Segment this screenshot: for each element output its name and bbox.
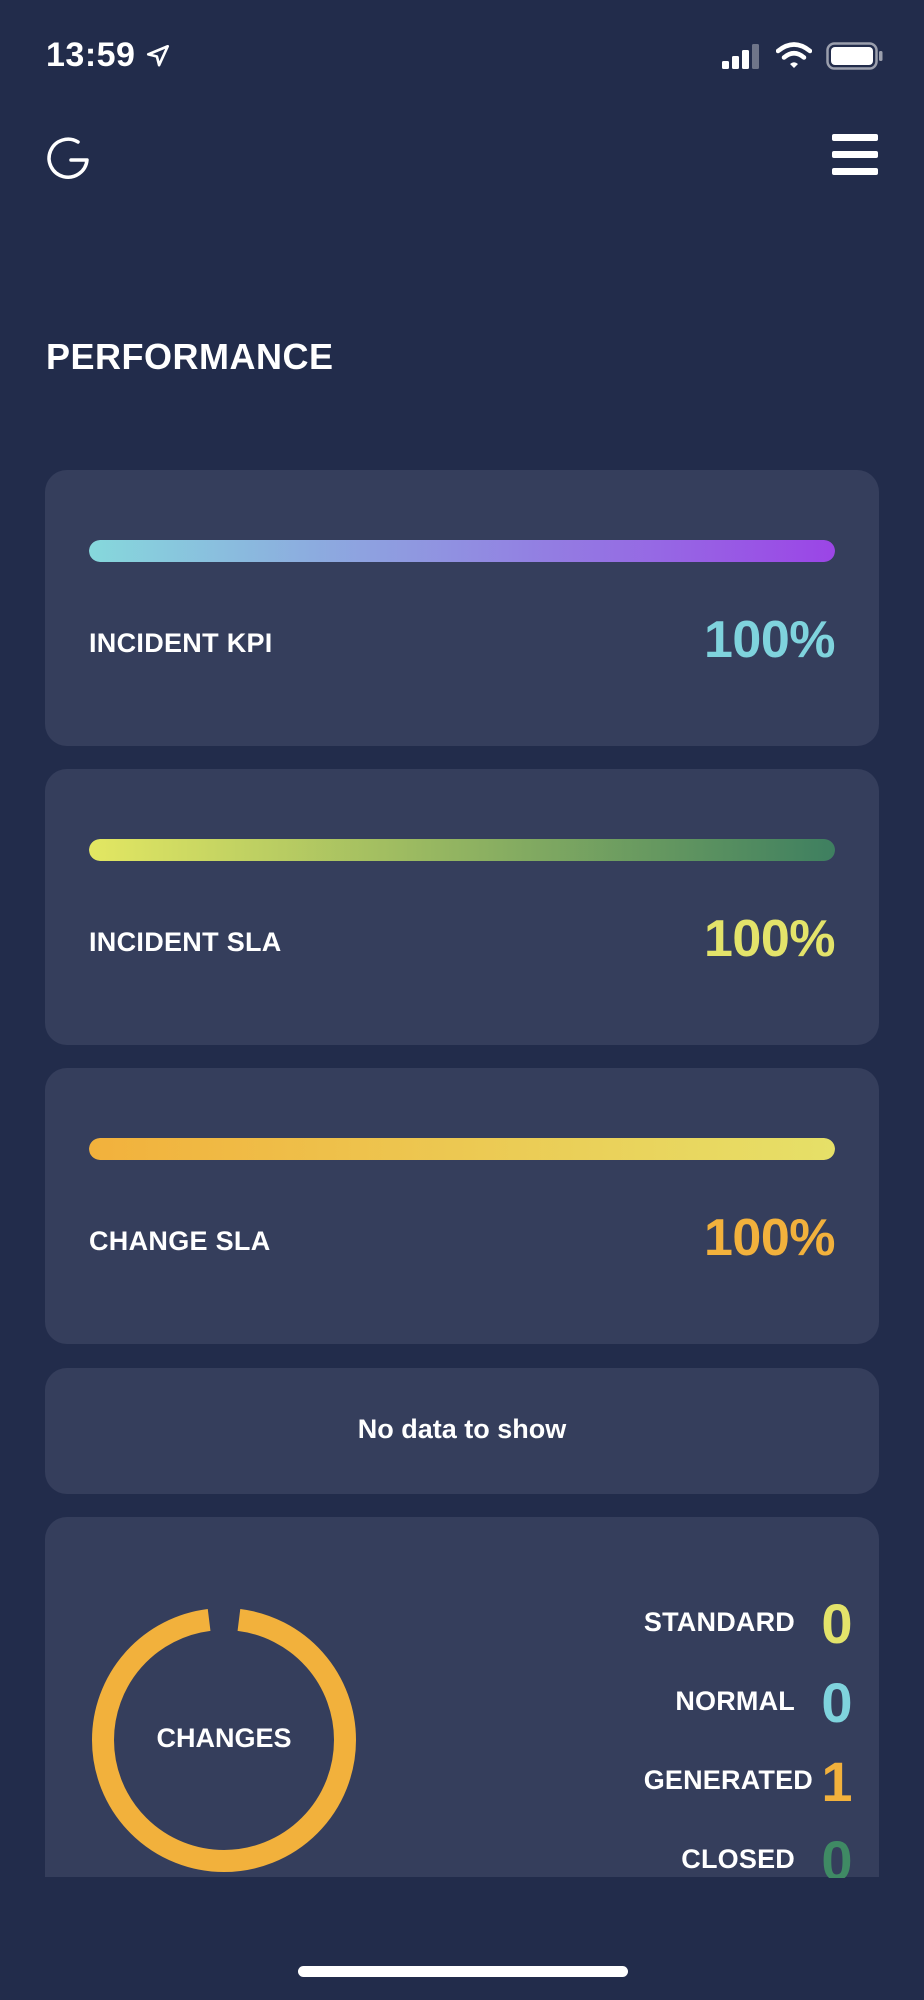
app-logo-icon[interactable] — [44, 134, 92, 182]
home-indicator[interactable] — [298, 1966, 628, 1977]
legend-generated-label: GENERATED — [643, 1765, 813, 1795]
legend-normal: NORMAL 0 — [565, 1670, 855, 1734]
battery-icon — [826, 42, 883, 70]
legend-normal-value: 0 — [821, 1671, 853, 1734]
changes-title: CHANGES — [156, 1723, 292, 1753]
change-sla-label: CHANGE SLA — [89, 1226, 271, 1256]
wifi-icon — [776, 42, 812, 68]
incident-sla-value: 100% — [704, 910, 836, 968]
incident-kpi-progress-bar — [89, 540, 835, 562]
status-time: 13:59 — [46, 36, 136, 74]
incident-sla-card[interactable]: INCIDENT SLA 100% — [45, 769, 879, 1045]
legend-standard-value: 0 — [821, 1592, 853, 1655]
location-arrow-icon — [147, 44, 170, 67]
incident-kpi-card[interactable]: INCIDENT KPI 100% — [45, 470, 879, 746]
incident-sla-label: INCIDENT SLA — [89, 927, 282, 957]
status-bar: 13:59 — [0, 0, 924, 110]
legend-standard-label: STANDARD — [643, 1607, 795, 1637]
page-title: PERFORMANCE — [46, 336, 334, 377]
incident-kpi-value: 100% — [704, 611, 836, 669]
legend-standard: STANDARD 0 — [565, 1591, 855, 1655]
legend-generated: GENERATED 1 — [565, 1749, 855, 1813]
change-sla-card[interactable]: CHANGE SLA 100% — [45, 1068, 879, 1344]
empty-state-card: No data to show — [45, 1368, 879, 1494]
incident-sla-progress-bar — [89, 839, 835, 861]
empty-state-message: No data to show — [357, 1414, 567, 1444]
legend-generated-value: 1 — [821, 1750, 853, 1813]
bottom-safe-area — [0, 1878, 924, 2000]
cellular-signal-icon — [722, 44, 759, 69]
hamburger-menu-icon[interactable] — [832, 134, 878, 176]
change-sla-value: 100% — [704, 1209, 836, 1267]
change-sla-progress-bar — [89, 1138, 835, 1160]
legend-closed-label: CLOSED — [681, 1844, 795, 1874]
incident-kpi-label: INCIDENT KPI — [89, 628, 273, 658]
legend-normal-label: NORMAL — [675, 1686, 795, 1716]
changes-card[interactable]: CHANGES STANDARD 0 NORMAL 0 GENERATED 1 … — [45, 1517, 879, 1892]
